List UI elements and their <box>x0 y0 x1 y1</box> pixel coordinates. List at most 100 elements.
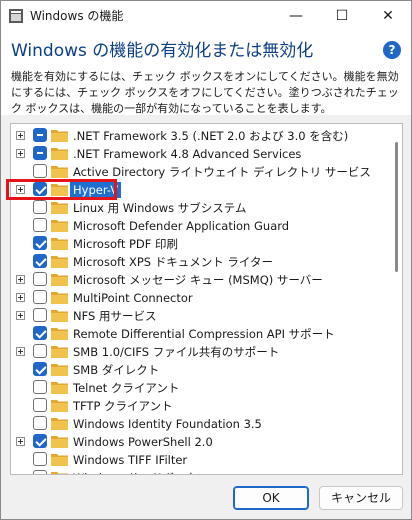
feature-row[interactable]: Remote Differential Compression API サポート <box>11 325 391 343</box>
feature-label: Hyper-V <box>70 182 122 198</box>
folder-icon <box>51 202 68 214</box>
minimize-button[interactable]: — <box>273 1 319 31</box>
feature-row[interactable]: TFTP クライアント <box>11 397 391 415</box>
feature-checkbox[interactable] <box>33 164 47 178</box>
windows-features-app-icon <box>9 9 23 23</box>
feature-row[interactable]: Active Directory ライトウェイト ディレクトリ サービス <box>11 163 391 181</box>
feature-label: Active Directory ライトウェイト ディレクトリ サービス <box>73 165 371 179</box>
feature-checkbox[interactable] <box>33 362 47 376</box>
help-icon[interactable]: ? <box>383 41 401 59</box>
expand-icon[interactable] <box>16 149 25 158</box>
feature-label: SMB 1.0/CIFS ファイル共有のサポート <box>73 345 280 359</box>
feature-checkbox[interactable] <box>33 326 47 340</box>
folder-icon <box>51 166 68 178</box>
feature-row[interactable]: Windows PowerShell 2.0 <box>11 433 391 451</box>
feature-label: Windows Identity Foundation 3.5 <box>73 417 262 431</box>
folder-icon <box>51 130 68 142</box>
page-title: Windows の機能の有効化または無効化 <box>11 41 314 61</box>
feature-label: NFS 用サービス <box>73 309 157 323</box>
feature-checkbox[interactable] <box>33 452 47 466</box>
feature-row[interactable]: Telnet クライアント <box>11 379 391 397</box>
feature-checkbox[interactable] <box>33 236 47 250</box>
feature-checkbox[interactable] <box>33 128 47 142</box>
feature-row[interactable]: Windows TIFF IFilter <box>11 451 391 469</box>
folder-icon <box>51 364 68 376</box>
feature-checkbox[interactable] <box>33 146 47 160</box>
folder-icon <box>51 184 68 196</box>
ok-button[interactable]: OK <box>233 486 309 510</box>
feature-row[interactable]: Microsoft Defender Application Guard <box>11 217 391 235</box>
feature-label: TFTP クライアント <box>73 399 173 413</box>
dialog-header: Windows の機能の有効化または無効化 ? 機能を有効にするには、チェック … <box>1 31 411 115</box>
close-button[interactable]: ✕ <box>365 1 411 31</box>
feature-label: Microsoft Defender Application Guard <box>73 219 290 233</box>
folder-icon <box>51 382 68 394</box>
folder-icon <box>51 238 68 250</box>
feature-label: Windows PowerShell 2.0 <box>73 435 213 449</box>
expand-icon[interactable] <box>16 347 25 356</box>
feature-row[interactable]: SMB ダイレクト <box>11 361 391 379</box>
expand-icon[interactable] <box>16 131 25 140</box>
feature-label: Windows TIFF IFilter <box>73 453 188 467</box>
vertical-scrollbar[interactable] <box>392 124 402 474</box>
feature-label: .NET Framework 3.5 (.NET 2.0 および 3.0 を含む… <box>73 129 349 143</box>
feature-row[interactable]: Linux 用 Windows サブシステム <box>11 199 391 217</box>
feature-row[interactable]: Microsoft PDF 印刷 <box>11 235 391 253</box>
feature-checkbox[interactable] <box>33 434 47 448</box>
feature-label: Windows サンドボックス <box>73 470 208 474</box>
feature-label: Microsoft メッセージ キュー (MSMQ) サーバー <box>73 273 323 287</box>
window-title: Windows の機能 <box>30 9 124 23</box>
cancel-button[interactable]: キャンセル <box>319 486 403 510</box>
folder-icon <box>51 310 68 322</box>
feature-checkbox[interactable] <box>33 470 47 474</box>
feature-row[interactable]: MultiPoint Connector <box>11 289 391 307</box>
feature-checkbox[interactable] <box>33 380 47 394</box>
folder-icon <box>51 346 68 358</box>
scroll-thumb[interactable] <box>395 142 398 272</box>
folder-icon <box>51 436 68 448</box>
feature-label: Microsoft XPS ドキュメント ライター <box>73 255 273 269</box>
folder-icon <box>51 220 68 232</box>
feature-row[interactable]: Windows Identity Foundation 3.5 <box>11 415 391 433</box>
feature-row[interactable]: Hyper-V <box>11 181 391 199</box>
title-bar[interactable]: Windows の機能 — ☐ ✕ <box>1 1 411 31</box>
feature-checkbox[interactable] <box>33 416 47 430</box>
folder-icon <box>51 400 68 412</box>
feature-row[interactable]: Microsoft XPS ドキュメント ライター <box>11 253 391 271</box>
expand-icon[interactable] <box>16 311 25 320</box>
feature-row[interactable]: SMB 1.0/CIFS ファイル共有のサポート <box>11 343 391 361</box>
folder-icon <box>51 454 68 466</box>
feature-label: Linux 用 Windows サブシステム <box>73 201 247 215</box>
feature-checkbox[interactable] <box>33 308 47 322</box>
feature-row[interactable]: .NET Framework 3.5 (.NET 2.0 および 3.0 を含む… <box>11 127 391 145</box>
feature-row[interactable]: .NET Framework 4.8 Advanced Services <box>11 145 391 163</box>
feature-label: SMB ダイレクト <box>73 363 160 377</box>
feature-checkbox[interactable] <box>33 290 47 304</box>
expand-icon[interactable] <box>16 293 25 302</box>
feature-checkbox[interactable] <box>33 272 47 286</box>
expand-icon[interactable] <box>16 275 25 284</box>
feature-checkbox[interactable] <box>33 200 47 214</box>
expand-icon[interactable] <box>16 185 25 194</box>
feature-checkbox[interactable] <box>33 398 47 412</box>
feature-checkbox[interactable] <box>33 182 47 196</box>
folder-icon <box>51 256 68 268</box>
maximize-button[interactable]: ☐ <box>319 1 365 31</box>
feature-row[interactable]: Windows サンドボックス <box>11 469 391 474</box>
feature-label: MultiPoint Connector <box>73 291 193 305</box>
feature-label: Microsoft PDF 印刷 <box>73 237 179 251</box>
feature-label: Remote Differential Compression API サポート <box>73 327 335 341</box>
feature-checkbox[interactable] <box>33 254 47 268</box>
features-tree[interactable]: .NET Framework 3.5 (.NET 2.0 および 3.0 を含む… <box>10 123 403 475</box>
feature-row[interactable]: NFS 用サービス <box>11 307 391 325</box>
feature-label: Telnet クライアント <box>73 381 180 395</box>
feature-checkbox[interactable] <box>33 344 47 358</box>
windows-features-dialog: Windows の機能 — ☐ ✕ Windows の機能の有効化または無効化 … <box>0 0 412 520</box>
expand-icon[interactable] <box>16 437 25 446</box>
feature-checkbox[interactable] <box>33 218 47 232</box>
feature-row[interactable]: Microsoft メッセージ キュー (MSMQ) サーバー <box>11 271 391 289</box>
folder-icon <box>51 472 68 474</box>
folder-icon <box>51 418 68 430</box>
folder-icon <box>51 328 68 340</box>
description-text: 機能を有効にするには、チェック ボックスをオンにしてください。機能を無効にするに… <box>11 70 399 115</box>
